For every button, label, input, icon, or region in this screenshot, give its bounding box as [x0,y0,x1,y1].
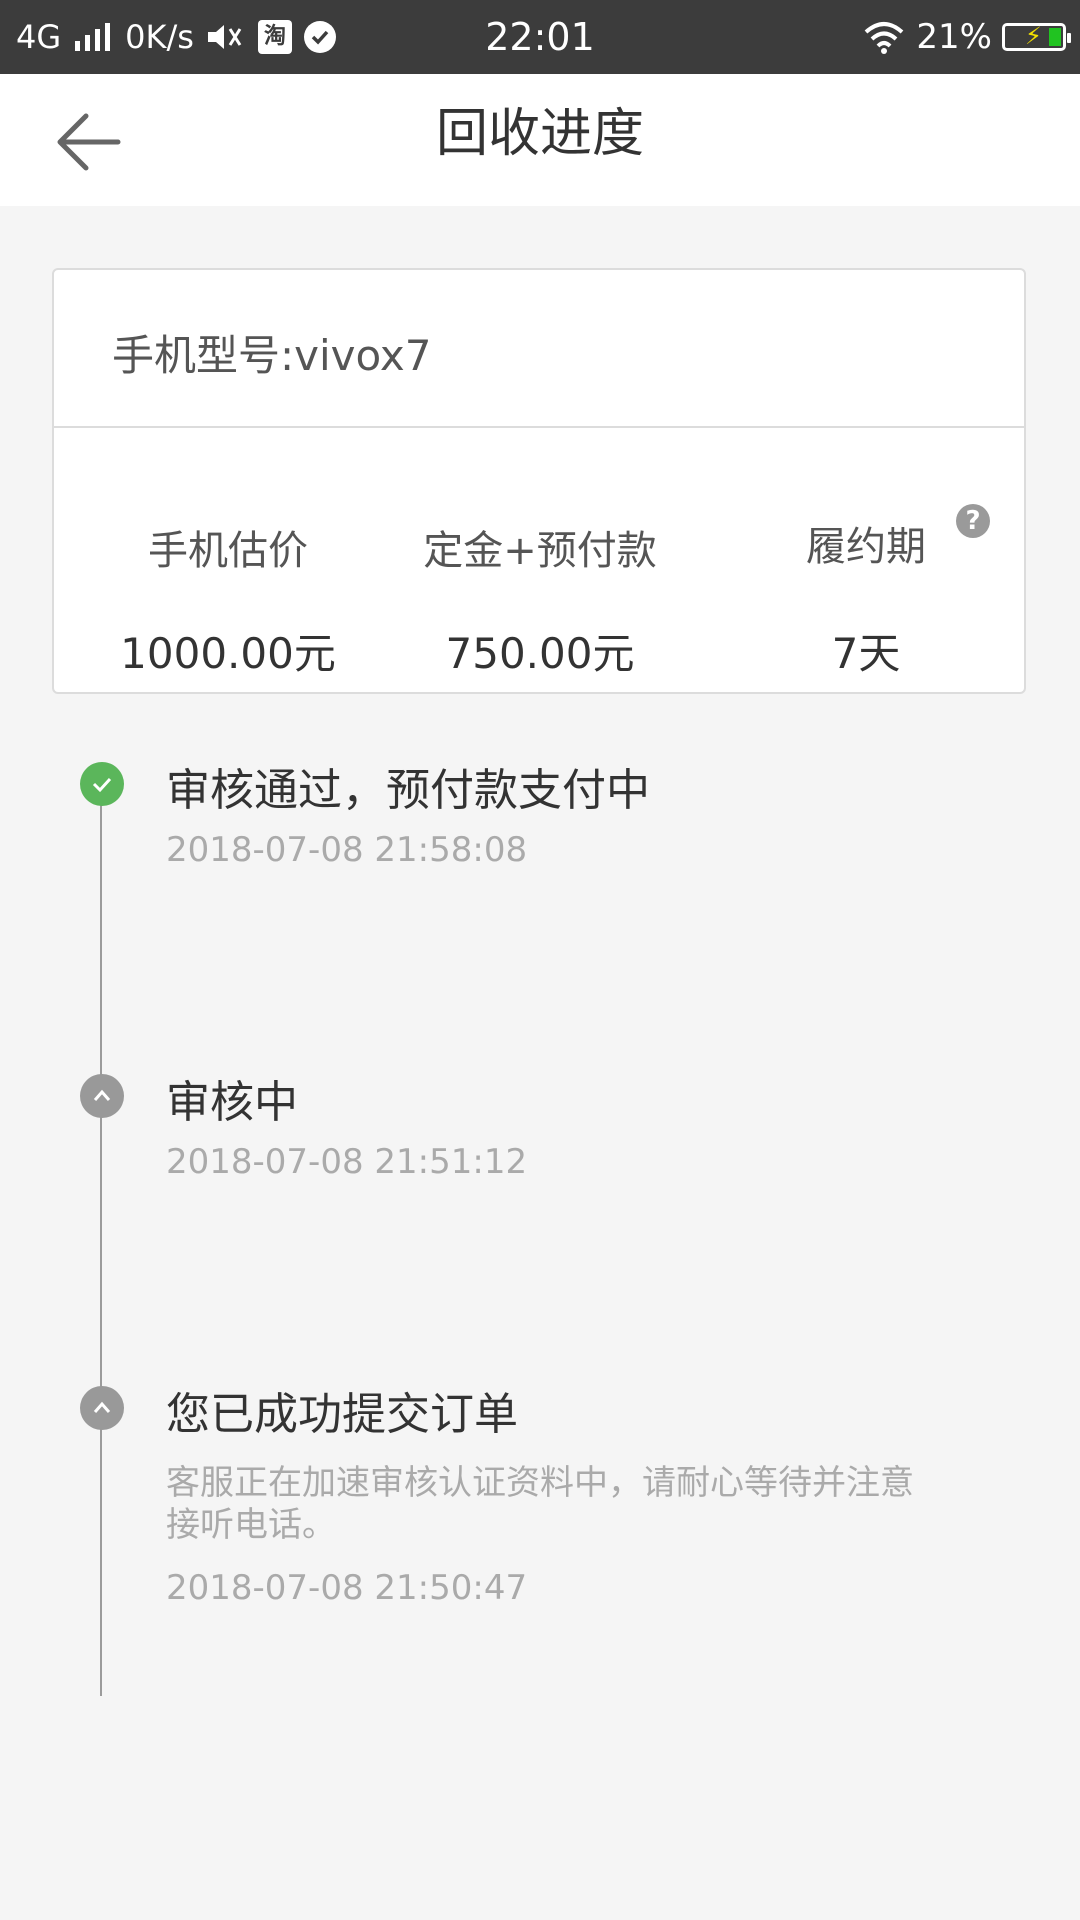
card-divider [54,426,1024,428]
battery-icon: ⚡ [1002,22,1071,51]
timeline-line [100,790,102,1696]
charging-icon: ⚡ [1025,22,1042,50]
status-pending-icon [80,1386,124,1430]
nav-bar: 回收进度 [0,74,1080,206]
help-icon[interactable]: ? [956,504,990,538]
order-card: 手机型号:vivox7 手机估价 1000.00元 定金+预付款 750.00元… [52,268,1026,694]
stat-value: 7天 [831,629,901,678]
timeline-description: 客服正在加速审核认证资料中，请耐心等待并注意接听电话。 [166,1463,914,1545]
timeline-time: 2018-07-08 21:58:08 [166,830,528,870]
page-title: 回收进度 [435,104,644,164]
stat-label: 定金+预付款 [423,528,657,574]
timeline-title: 审核通过，预付款支付中 [166,765,650,816]
timeline-time: 2018-07-08 21:51:12 [166,1142,528,1182]
stat-estimate: 手机估价 1000.00元 [68,518,388,681]
status-done-icon [80,762,124,806]
timeline-title: 审核中 [166,1077,298,1128]
stat-value: 1000.00元 [120,629,336,678]
battery-level: 21% [916,17,992,57]
stat-value: 750.00元 [445,629,635,678]
timeline-time: 2018-07-08 21:50:47 [166,1568,528,1608]
status-pending-icon [80,1074,124,1118]
stat-period: 履约期 7天 [706,514,1026,681]
phone-model: 手机型号:vivox7 [112,331,432,380]
status-bar-right: 21% ⚡ [862,0,1071,74]
battery-fill [1049,28,1061,46]
timeline-title: 您已成功提交订单 [166,1389,518,1440]
wifi-icon [865,22,904,54]
status-bar: 4G 0K/s 淘 22:01 21% ⚡ [0,0,1080,74]
stat-label: 手机估价 [148,528,308,574]
stat-deposit: 定金+预付款 750.00元 [380,518,700,681]
